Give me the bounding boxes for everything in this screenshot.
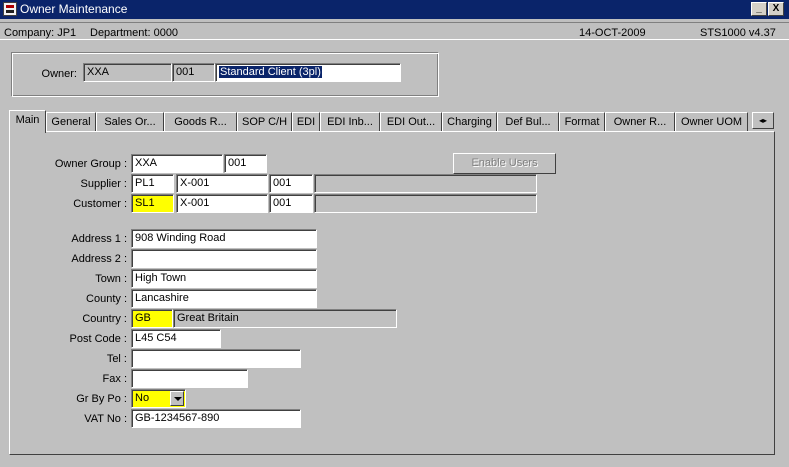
address2-field[interactable] — [131, 249, 317, 268]
info-bar: Company: JP1 Department: 0000 14-OCT-200… — [0, 22, 789, 40]
tab-def-bulk[interactable]: Def Bul... — [497, 112, 559, 132]
customer-number-field[interactable]: 001 — [269, 194, 313, 213]
owner-code-field[interactable]: XXA — [83, 63, 172, 82]
country-label: Country : — [82, 313, 127, 325]
owner-label: Owner: — [41, 68, 77, 80]
tab-edi-inbound[interactable]: EDI Inb... — [320, 112, 380, 132]
customer-description-field[interactable] — [314, 194, 537, 213]
tab-owner-uom[interactable]: Owner UOM — [675, 112, 748, 132]
date-info: 14-OCT-2009 — [579, 27, 646, 39]
tab-scroll-arrows[interactable]: ◂▸ — [752, 112, 774, 129]
tab-edi[interactable]: EDI — [292, 112, 320, 132]
tab-sales-orders[interactable]: Sales Or... — [96, 112, 164, 132]
gr-by-po-value: No — [135, 392, 150, 404]
supplier-description-field[interactable] — [314, 174, 537, 193]
supplier-number-field[interactable]: 001 — [269, 174, 313, 193]
customer-label: Customer : — [73, 198, 127, 210]
close-button[interactable]: X — [768, 2, 784, 16]
tab-charging[interactable]: Charging — [442, 112, 497, 132]
owner-name-text: Standard Client (3pl) — [219, 66, 322, 78]
main-tab-panel: Owner Group : XXA 001 Enable Users Suppl… — [9, 131, 775, 455]
tab-owner-r[interactable]: Owner R... — [605, 112, 675, 132]
supplier-label: Supplier : — [80, 178, 127, 190]
tab-edi-outbound[interactable]: EDI Out... — [380, 112, 442, 132]
country-code-field[interactable]: GB — [131, 309, 173, 328]
enable-users-button[interactable]: Enable Users — [453, 153, 556, 174]
post-code-label: Post Code : — [69, 333, 127, 345]
vat-no-field[interactable]: GB-1234567-890 — [131, 409, 301, 428]
window-title: Owner Maintenance — [20, 2, 128, 16]
tab-sop-ch[interactable]: SOP C/H — [237, 112, 292, 132]
address1-field[interactable]: 908 Winding Road — [131, 229, 317, 248]
town-label: Town : — [95, 273, 127, 285]
country-name-field[interactable]: Great Britain — [173, 309, 397, 328]
app-icon — [3, 2, 17, 16]
version-info: STS1000 v4.37 — [700, 27, 776, 39]
address1-label: Address 1 : — [71, 233, 127, 245]
customer-code-field[interactable]: SL1 — [131, 194, 174, 213]
town-field[interactable]: High Town — [131, 269, 317, 288]
tel-label: Tel : — [106, 353, 127, 365]
county-label: County : — [86, 293, 127, 305]
tel-field[interactable] — [131, 349, 301, 368]
title-bar: Owner Maintenance _ X — [0, 0, 789, 19]
department-info: Department: 0000 — [90, 27, 179, 39]
minimize-button[interactable]: _ — [751, 2, 767, 16]
tab-general[interactable]: General — [46, 112, 96, 132]
post-code-field[interactable]: L45 C54 — [131, 329, 221, 348]
owner-number-field[interactable]: 001 — [172, 63, 215, 82]
tab-format[interactable]: Format — [559, 112, 605, 132]
gr-by-po-select[interactable]: No — [131, 389, 186, 408]
address2-label: Address 2 : — [71, 253, 127, 265]
tab-goods-received[interactable]: Goods R... — [164, 112, 237, 132]
owner-group-box: Owner: XXA 001 Standard Client (3pl) — [11, 52, 439, 97]
owner-group-label: Owner Group : — [54, 158, 127, 170]
gr-by-po-label: Gr By Po : — [76, 393, 127, 405]
fax-label: Fax : — [102, 373, 127, 385]
owner-group-code-field[interactable]: XXA — [131, 154, 223, 173]
customer-ref-field[interactable]: X-001 — [176, 194, 268, 213]
supplier-ref-field[interactable]: X-001 — [176, 174, 268, 193]
owner-group-number-field[interactable]: 001 — [224, 154, 267, 173]
chevron-down-icon[interactable] — [170, 391, 184, 406]
company-info: Company: JP1 — [4, 27, 77, 39]
tab-main[interactable]: Main — [9, 110, 46, 133]
fax-field[interactable] — [131, 369, 248, 388]
county-field[interactable]: Lancashire — [131, 289, 317, 308]
owner-name-field[interactable]: Standard Client (3pl) — [215, 63, 401, 82]
supplier-code-field[interactable]: PL1 — [131, 174, 174, 193]
vat-no-label: VAT No : — [84, 413, 127, 425]
